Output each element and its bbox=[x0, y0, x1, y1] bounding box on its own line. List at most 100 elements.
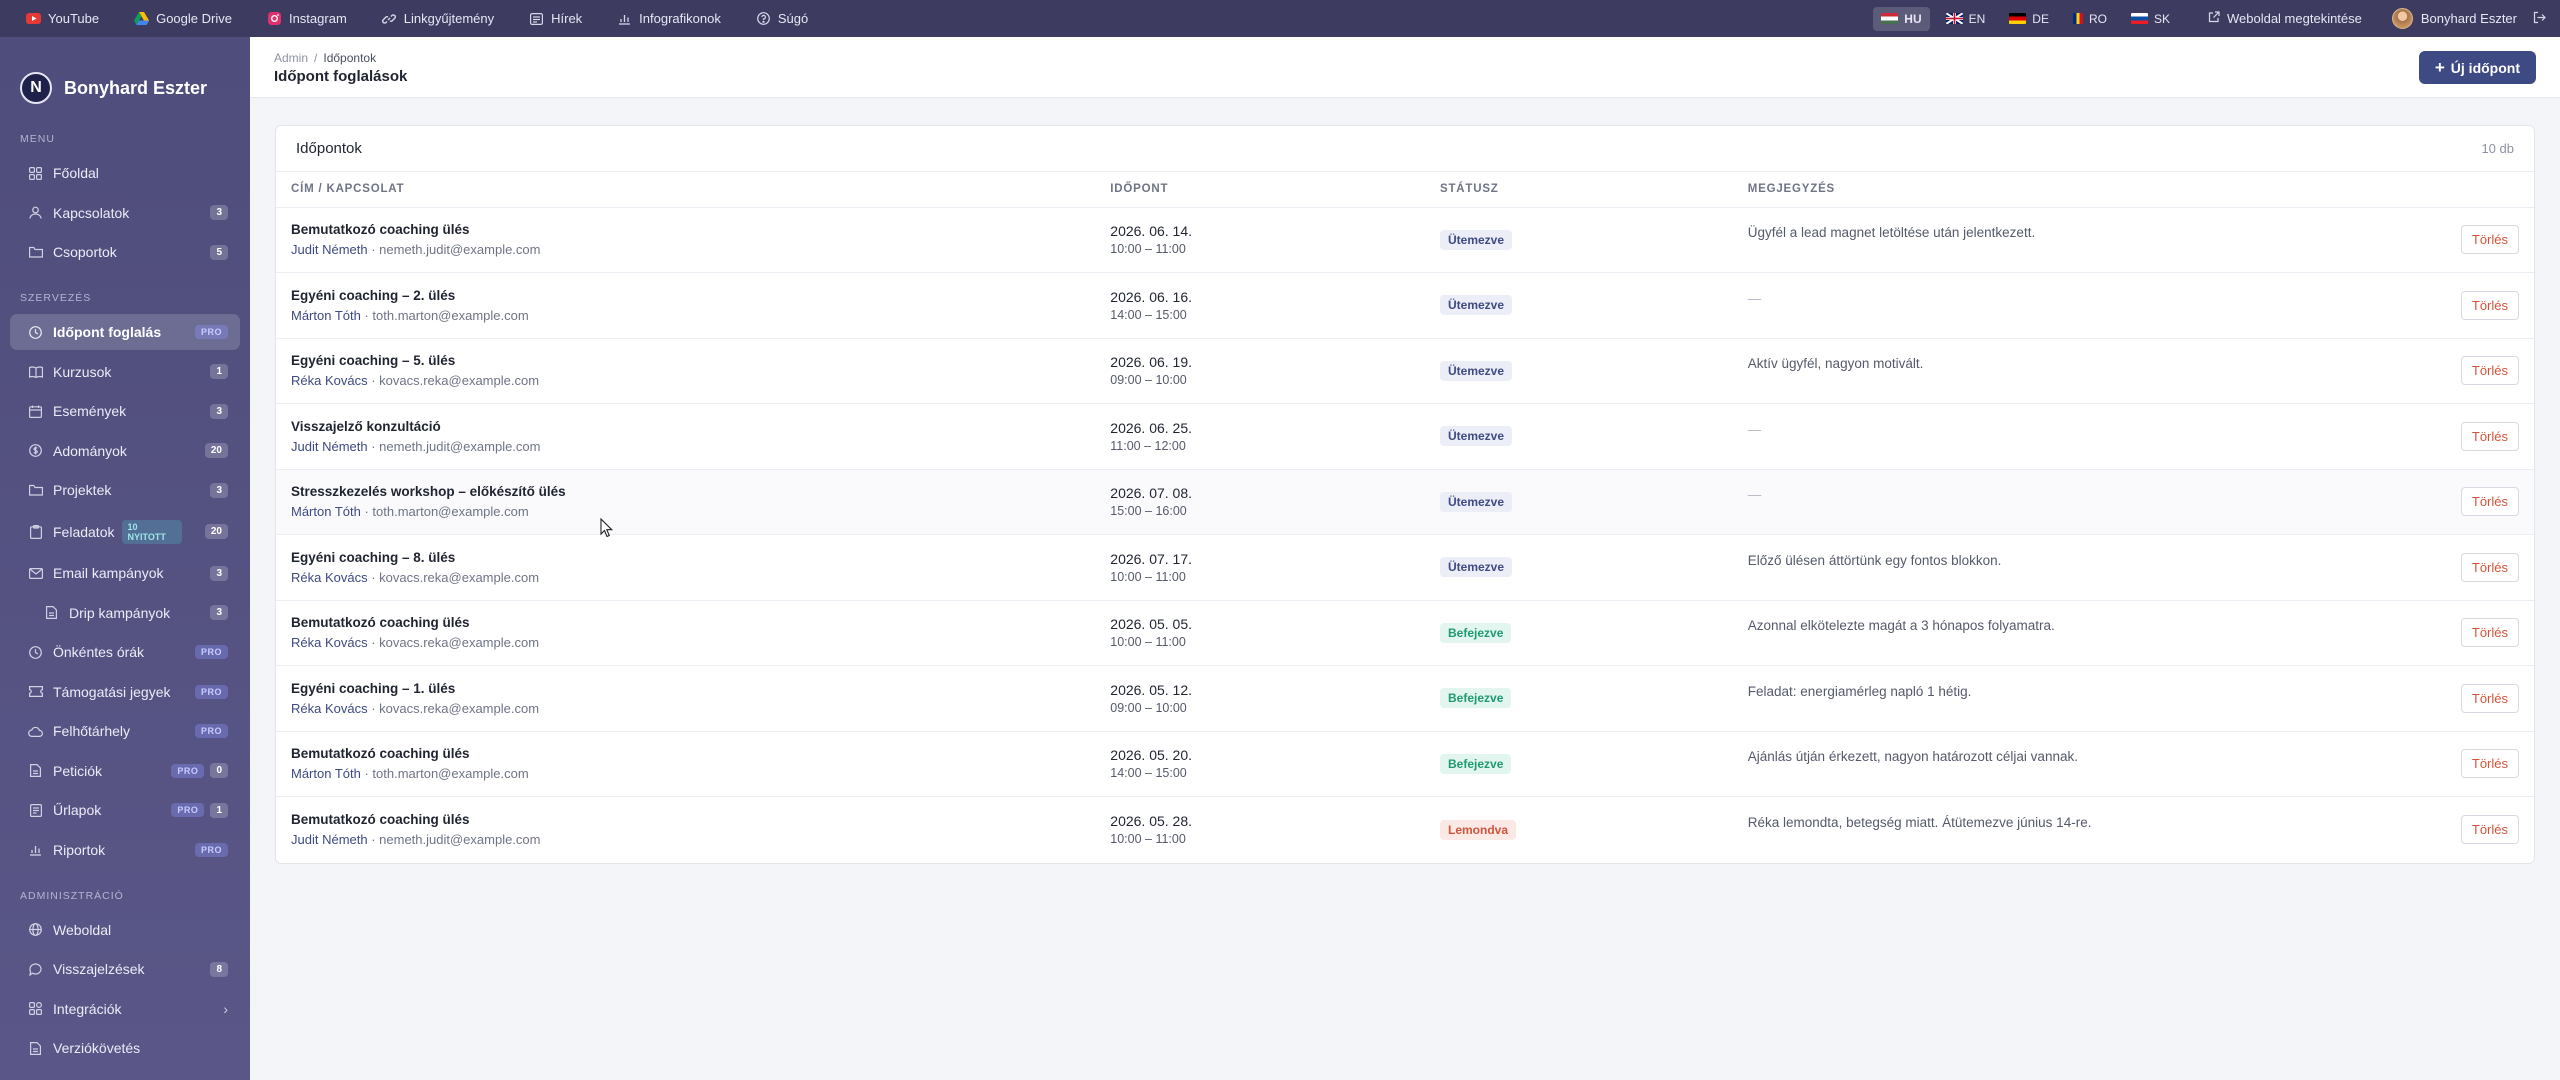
delete-button[interactable]: Törlés bbox=[2460, 552, 2519, 582]
brand[interactable]: N Bonyhard Eszter bbox=[0, 37, 250, 115]
appointment-title[interactable]: Bemutatkozó coaching ülés bbox=[291, 222, 1080, 237]
sidebar-item-appointments[interactable]: Időpont foglalás PRO bbox=[10, 314, 240, 350]
quick-link-links[interactable]: Linkgyűjtemény bbox=[382, 11, 494, 26]
sidebar-item-projects[interactable]: Projektek 3 bbox=[10, 472, 240, 508]
breadcrumb-admin[interactable]: Admin bbox=[274, 51, 308, 65]
contact-line: Réka Kovács · kovacs.reka@example.com bbox=[291, 570, 1080, 585]
folder-icon bbox=[28, 245, 43, 260]
column-header-note[interactable]: MEGJEGYZÉS bbox=[1732, 172, 2534, 208]
appointment-title[interactable]: Egyéni coaching – 5. ülés bbox=[291, 353, 1080, 368]
appointment-title[interactable]: Bemutatkozó coaching ülés bbox=[291, 746, 1080, 761]
table-row[interactable]: Egyéni coaching – 8. ülés Réka Kovács · k… bbox=[276, 534, 2534, 601]
column-header-status[interactable]: STÁTUSZ bbox=[1425, 172, 1733, 208]
table-row[interactable]: Egyéni coaching – 5. ülés Réka Kovács · k… bbox=[276, 338, 2534, 404]
cell-note: Aktív ügyfél, nagyon motivált. Törlés bbox=[1732, 338, 2534, 404]
lang-ro[interactable]: RO bbox=[2065, 7, 2115, 31]
table-row[interactable]: Egyéni coaching – 2. ülés Márton Tóth · t… bbox=[276, 272, 2534, 339]
logout-button[interactable] bbox=[2533, 11, 2546, 27]
quick-link-instagram[interactable]: Instagram bbox=[267, 11, 347, 26]
delete-button[interactable]: Törlés bbox=[2460, 487, 2519, 517]
contact-name[interactable]: Judit Németh bbox=[291, 439, 368, 454]
contact-separator: · bbox=[367, 242, 380, 258]
delete-button[interactable]: Törlés bbox=[2460, 618, 2519, 648]
table-row[interactable]: Bemutatkozó coaching ülés Judit Németh · … bbox=[276, 207, 2534, 273]
sidebar-item-website[interactable]: Weboldal bbox=[10, 912, 240, 948]
sidebar-item-events[interactable]: Események 3 bbox=[10, 393, 240, 429]
delete-button[interactable]: Törlés bbox=[2460, 290, 2519, 320]
user-icon bbox=[28, 205, 43, 220]
quick-link-news[interactable]: Hírek bbox=[529, 11, 582, 26]
appointment-time: 10:00 – 11:00 bbox=[1110, 832, 1186, 846]
table-row[interactable]: Stresszkezelés workshop – előkészítő ülé… bbox=[276, 469, 2534, 535]
sidebar-item-donations[interactable]: Adományok 20 bbox=[10, 433, 240, 469]
table-row[interactable]: Bemutatkozó coaching ülés Judit Németh · … bbox=[276, 797, 2534, 863]
sidebar-item-reports[interactable]: Riportok PRO bbox=[10, 832, 240, 868]
pro-badge: PRO bbox=[171, 763, 205, 778]
contact-name[interactable]: Márton Tóth bbox=[291, 766, 361, 781]
sidebar-item-integrations[interactable]: Integrációk › bbox=[10, 991, 240, 1027]
appointment-title[interactable]: Stresszkezelés workshop – előkészítő ülé… bbox=[291, 484, 1080, 499]
sidebar-item-tasks[interactable]: Feladatok 10 NYITOTT 20 bbox=[10, 512, 240, 552]
appointment-title[interactable]: Egyéni coaching – 2. ülés bbox=[291, 288, 1080, 303]
contact-name[interactable]: Réka Kovács bbox=[291, 570, 368, 585]
cell-time: 2026. 06. 14. 10:00 – 11:00 bbox=[1095, 207, 1425, 273]
appointment-title[interactable]: Egyéni coaching – 8. ülés bbox=[291, 550, 1080, 565]
table-row[interactable]: Egyéni coaching – 1. ülés Réka Kovács · k… bbox=[276, 665, 2534, 732]
quick-link-infographics[interactable]: Infografikonok bbox=[617, 11, 721, 26]
contact-name[interactable]: Judit Németh bbox=[291, 242, 368, 257]
contact-name[interactable]: Márton Tóth bbox=[291, 504, 361, 519]
contact-name[interactable]: Márton Tóth bbox=[291, 308, 361, 323]
sidebar-item-petitions[interactable]: Peticiók PRO 0 bbox=[10, 753, 240, 789]
count-badge: 0 bbox=[210, 763, 228, 778]
contact-name[interactable]: Réka Kovács bbox=[291, 635, 368, 650]
sidebar-item-email-campaigns[interactable]: Email kampányok 3 bbox=[10, 555, 240, 591]
sidebar-item-contacts[interactable]: Kapcsolatok 3 bbox=[10, 195, 240, 231]
contact-name[interactable]: Réka Kovács bbox=[291, 701, 368, 716]
quick-link-help[interactable]: Súgó bbox=[756, 11, 808, 26]
lang-en[interactable]: EN bbox=[1938, 7, 1994, 31]
column-header-time[interactable]: IDŐPONT bbox=[1095, 172, 1425, 208]
contact-email: nemeth.judit@example.com bbox=[379, 438, 541, 454]
appointment-title[interactable]: Bemutatkozó coaching ülés bbox=[291, 812, 1080, 827]
appointment-title[interactable]: Bemutatkozó coaching ülés bbox=[291, 615, 1080, 630]
quick-link-google-drive[interactable]: Google Drive bbox=[134, 11, 232, 26]
delete-button[interactable]: Törlés bbox=[2460, 356, 2519, 386]
sidebar-item-home[interactable]: Főoldal bbox=[10, 155, 240, 191]
contact-name[interactable]: Judit Németh bbox=[291, 832, 368, 847]
sidebar-item-drip-campaigns[interactable]: Drip kampányok 3 bbox=[10, 595, 240, 631]
cell-note: — Törlés bbox=[1732, 403, 2534, 470]
grid-icon bbox=[28, 166, 43, 181]
sidebar-item-forms[interactable]: Űrlapok PRO 1 bbox=[10, 792, 240, 828]
quick-link-youtube[interactable]: YouTube bbox=[26, 11, 99, 26]
appointment-title[interactable]: Visszajelző konzultáció bbox=[291, 419, 1080, 434]
new-appointment-button[interactable]: + Új időpont bbox=[2418, 51, 2536, 84]
lang-sk[interactable]: SK bbox=[2123, 7, 2178, 31]
contact-name[interactable]: Réka Kovács bbox=[291, 373, 368, 388]
sidebar-item-versioning[interactable]: Verziókövetés bbox=[10, 1030, 240, 1066]
section-label-menu: MENU bbox=[20, 133, 55, 145]
lang-hu[interactable]: HU bbox=[1873, 6, 1930, 31]
table-row[interactable]: Bemutatkozó coaching ülés Réka Kovács · k… bbox=[276, 600, 2534, 666]
user-menu[interactable]: Bonyhard Eszter bbox=[2391, 8, 2517, 29]
table-row[interactable]: Bemutatkozó coaching ülés Márton Tóth · t… bbox=[276, 731, 2534, 797]
contact-separator: · bbox=[367, 438, 380, 454]
avatar bbox=[2391, 8, 2413, 29]
delete-button[interactable]: Törlés bbox=[2460, 815, 2519, 844]
lang-de[interactable]: DE bbox=[2001, 7, 2057, 31]
cell-note: — Törlés bbox=[1732, 469, 2534, 535]
sidebar-item-support-tickets[interactable]: Támogatási jegyek PRO bbox=[10, 674, 240, 710]
view-site-link[interactable]: Weboldal megtekintése bbox=[2208, 11, 2362, 26]
sidebar-item-cloud-storage[interactable]: Felhőtárhely PRO bbox=[10, 713, 240, 749]
delete-button[interactable]: Törlés bbox=[2460, 683, 2519, 713]
delete-button[interactable]: Törlés bbox=[2460, 421, 2519, 451]
delete-button[interactable]: Törlés bbox=[2460, 225, 2519, 255]
sidebar-item-courses[interactable]: Kurzusok 1 bbox=[10, 354, 240, 390]
sidebar-item-feedback[interactable]: Visszajelzések 8 bbox=[10, 951, 240, 987]
table-row[interactable]: Visszajelző konzultáció Judit Németh · ne… bbox=[276, 403, 2534, 470]
delete-button[interactable]: Törlés bbox=[2460, 749, 2519, 779]
sidebar-item-groups[interactable]: Csoportok 5 bbox=[10, 234, 240, 270]
appointment-title[interactable]: Egyéni coaching – 1. ülés bbox=[291, 681, 1080, 696]
column-header-title[interactable]: CÍM / KAPCSOLAT bbox=[276, 172, 1096, 208]
status-badge: Ütemezve bbox=[1440, 426, 1513, 447]
sidebar-item-volunteer-hours[interactable]: Önkéntes órák PRO bbox=[10, 634, 240, 670]
